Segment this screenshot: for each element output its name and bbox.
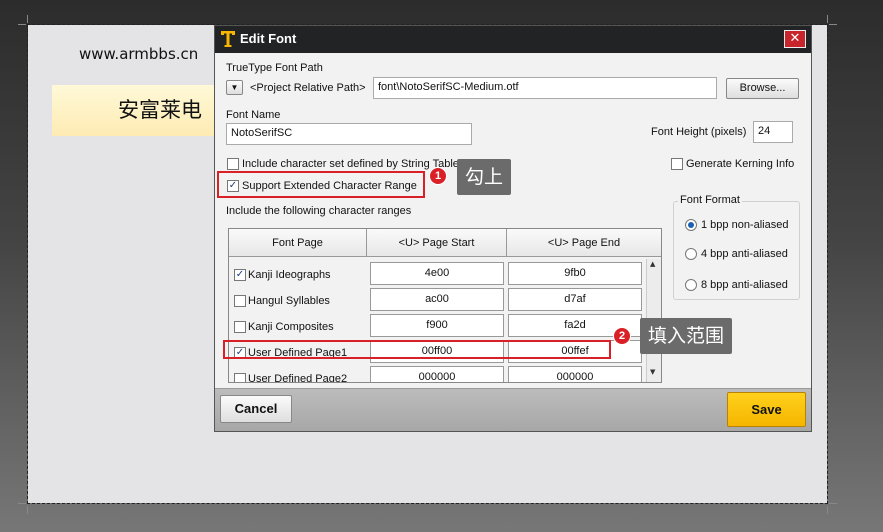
corner-tick	[27, 506, 28, 514]
page-end-input[interactable]: 9fb0	[508, 262, 642, 285]
column-header-page-end[interactable]: <U> Page End	[507, 229, 661, 257]
site-url-text: www.armbbs.cn	[79, 45, 199, 63]
format-option-label: 1 bpp non-aliased	[701, 219, 789, 231]
column-header-page-start[interactable]: <U> Page Start	[367, 229, 507, 257]
row-checkbox[interactable]	[234, 295, 246, 307]
dialog-title: Edit Font	[240, 31, 297, 46]
edit-font-dialog: Edit Font ✕ TrueType Font Path ▼ <Projec…	[214, 25, 812, 432]
scroll-down-icon[interactable]: ▼	[650, 368, 655, 376]
corner-tick	[18, 503, 26, 504]
row-checkbox[interactable]	[234, 321, 246, 333]
page-start-input[interactable]: 000000	[370, 366, 504, 382]
highlight-box-user-defined-page1	[223, 340, 611, 359]
ranges-label: Include the following character ranges	[226, 205, 412, 217]
corner-tick	[829, 503, 837, 504]
row-checkbox[interactable]: ✓	[234, 269, 246, 281]
banner-text: 安富莱电	[118, 98, 202, 122]
font-name-input[interactable]: NotoSerifSC	[226, 123, 472, 145]
format-option-label: 4 bpp anti-aliased	[701, 248, 788, 260]
dialog-button-bar: Cancel Save	[215, 388, 811, 431]
corner-tick	[27, 15, 28, 23]
page-start-input[interactable]: 4e00	[370, 262, 504, 285]
annotation-callout: 填入范围	[640, 318, 733, 354]
page-end-input[interactable]: d7af	[508, 288, 642, 311]
font-path-input[interactable]: font\NotoSerifSC-Medium.otf	[373, 77, 717, 99]
font-page-name: User Defined Page2	[248, 373, 348, 383]
format-radio-1bpp[interactable]	[685, 219, 697, 231]
font-format-label: Font Format	[678, 194, 742, 206]
page-end-input[interactable]: 000000	[508, 366, 642, 382]
cancel-button[interactable]: Cancel	[220, 395, 292, 423]
page-start-input[interactable]: f900	[370, 314, 504, 337]
close-button[interactable]: ✕	[784, 30, 806, 48]
include-string-table-checkbox[interactable]	[227, 158, 239, 170]
scroll-up-icon[interactable]: ▲	[650, 260, 655, 268]
page-start-input[interactable]: ac00	[370, 288, 504, 311]
step-badge: 1	[429, 167, 447, 185]
step-badge: 2	[613, 327, 631, 345]
save-button[interactable]: Save	[727, 392, 806, 427]
highlight-box-support-extended	[217, 171, 425, 198]
path-mode-dropdown-button[interactable]: ▼	[226, 80, 243, 95]
font-t-icon	[221, 31, 235, 47]
annotation-callout: 勾上	[457, 159, 512, 195]
dialog-titlebar[interactable]: Edit Font ✕	[215, 26, 811, 53]
chevron-down-icon: ▼	[230, 83, 239, 92]
font-name-label: Font Name	[226, 109, 281, 121]
format-radio-8bpp[interactable]	[685, 279, 697, 291]
row-checkbox[interactable]	[234, 373, 246, 382]
character-range-table: Font Page <U> Page Start <U> Page End ✓ …	[228, 228, 662, 383]
format-radio-4bpp[interactable]	[685, 248, 697, 260]
font-page-name: Hangul Syllables	[248, 295, 330, 307]
font-page-name: Kanji Ideographs	[248, 269, 331, 281]
include-string-table-label: Include character set defined by String …	[242, 158, 459, 170]
path-mode-label: <Project Relative Path>	[250, 82, 366, 94]
font-height-label: Font Height (pixels)	[651, 126, 747, 138]
corner-tick	[827, 506, 828, 514]
generate-kerning-label: Generate Kerning Info	[686, 158, 795, 170]
truetype-path-label: TrueType Font Path	[226, 62, 323, 74]
corner-tick	[827, 15, 828, 23]
generate-kerning-checkbox[interactable]	[671, 158, 683, 170]
corner-tick	[18, 24, 26, 25]
font-height-input[interactable]: 24	[753, 121, 793, 143]
browse-button[interactable]: Browse...	[726, 78, 799, 99]
font-page-name: Kanji Composites	[248, 321, 334, 333]
column-header-font-page[interactable]: Font Page	[229, 229, 367, 257]
corner-tick	[829, 24, 837, 25]
format-option-label: 8 bpp anti-aliased	[701, 279, 788, 291]
